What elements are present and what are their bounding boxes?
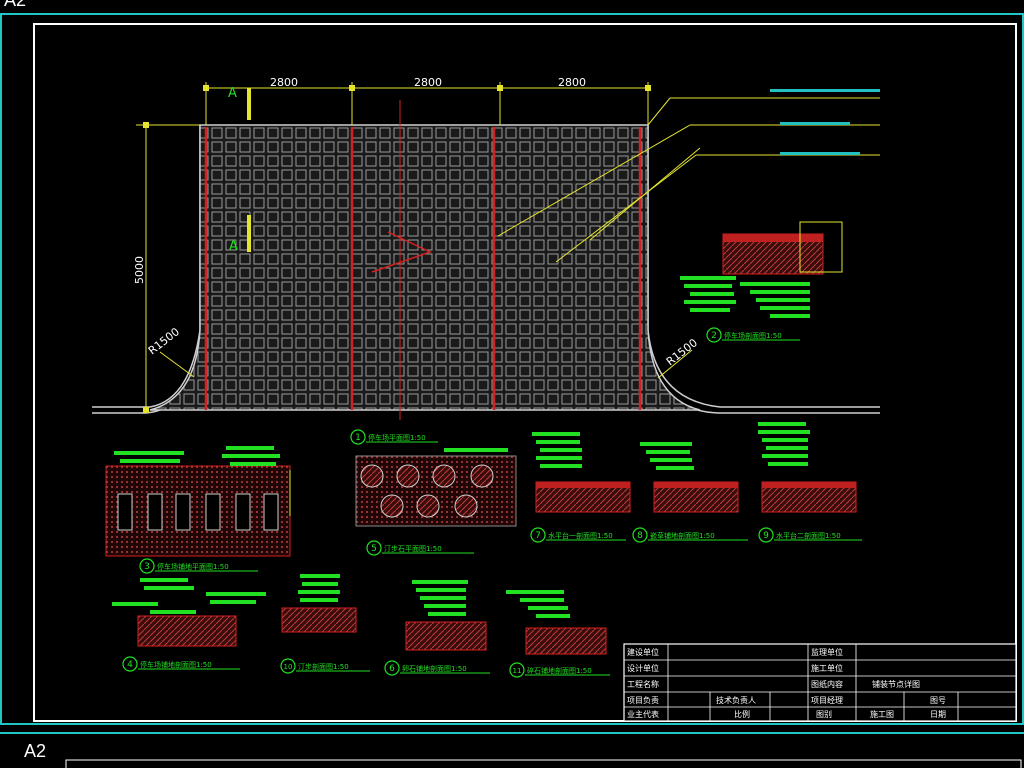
detail-caption: 水平台一剖面图1:50 xyxy=(548,531,613,540)
detail-number: 9 xyxy=(763,531,769,541)
title-block-cell: 图纸内容 xyxy=(811,679,843,689)
detail-10-section xyxy=(281,574,357,633)
drawing-title: 铺装节点详图 xyxy=(872,679,920,689)
height-dimension-label: 5000 xyxy=(133,256,146,284)
dimension-label: 2800 xyxy=(558,76,586,89)
leader-notes xyxy=(770,89,880,155)
detail-caption: 水平台二剖面图1:50 xyxy=(776,531,841,540)
detail-number: 11 xyxy=(513,667,522,675)
title-block-cell: 施工单位 xyxy=(811,663,843,673)
detail-3-plan xyxy=(105,446,291,557)
detail-caption: 汀步石平面图1:50 xyxy=(384,545,442,553)
title-block: 建设单位 监理单位 设计单位 施工单位 工程名称 图纸内容 铺装节点详图 项目负… xyxy=(623,643,1017,722)
title-block-cell: 工程名称 xyxy=(627,679,659,689)
cad-drawing-canvas: 2800 2800 2800 5000 R1500 R1500 A A 1 2 … xyxy=(0,13,1024,768)
detail-number: 5 xyxy=(371,544,377,554)
detail-number: 8 xyxy=(637,531,643,541)
title-block-cell: 监理单位 xyxy=(811,647,843,657)
detail-7-section xyxy=(532,432,631,513)
detail-caption: 停车场铺地平面图1:50 xyxy=(157,562,229,571)
paving-block-area xyxy=(149,124,701,411)
detail-5-plan xyxy=(355,448,517,527)
title-block-cell: 项目经理 xyxy=(811,695,843,705)
detail-number: 2 xyxy=(711,331,717,341)
section-mark-label: A xyxy=(229,239,238,254)
title-block-cell: 项目负责 xyxy=(627,695,659,705)
detail-caption: 碎石铺地剖面图1:50 xyxy=(527,666,592,675)
detail-number: 7 xyxy=(535,531,541,541)
title-block-cell: 施工图 xyxy=(870,709,894,719)
detail-11-section xyxy=(506,590,607,655)
title-block-cell: 设计单位 xyxy=(627,663,659,673)
detail-9-section xyxy=(758,422,857,513)
detail-6-section xyxy=(405,580,487,651)
detail-number: 1 xyxy=(355,433,361,443)
detail-4-section xyxy=(112,578,266,647)
next-sheet-inner-border xyxy=(65,759,1022,768)
section-mark-label: A xyxy=(228,86,237,101)
title-block-cell: 比例 xyxy=(734,709,750,719)
detail-caption: 停车场铺地剖面图1:50 xyxy=(140,660,212,669)
detail-caption: 停车场剖面图1:50 xyxy=(724,331,782,340)
detail-caption: 卵石铺地剖面图1:50 xyxy=(402,664,467,673)
parking-plan xyxy=(149,100,701,420)
title-block-cell: 建设单位 xyxy=(627,647,659,657)
detail-2-section xyxy=(680,221,843,318)
detail-number: 10 xyxy=(284,663,293,671)
dimension-label: 2800 xyxy=(270,76,298,89)
title-block-cell: 业主代表 xyxy=(627,709,659,719)
detail-caption: 嵌草铺地剖面图1:50 xyxy=(650,531,715,540)
radius-label-left: R1500 xyxy=(146,325,182,357)
detail-8-section xyxy=(640,442,739,513)
dimension-label: 2800 xyxy=(414,76,442,89)
title-block-cell: 图别 xyxy=(816,710,832,719)
detail-number: 3 xyxy=(144,562,150,572)
detail-caption: 汀步剖面图1:50 xyxy=(298,662,349,671)
radius-label-right: R1500 xyxy=(664,336,700,368)
title-block-cell: 技术负责人 xyxy=(716,695,756,705)
detail-number: 4 xyxy=(127,660,133,670)
detail-caption: 停车场平面图1:50 xyxy=(368,433,426,442)
title-block-cell: 日期 xyxy=(930,710,946,719)
title-block-cell: 图号 xyxy=(930,696,946,705)
detail-number: 6 xyxy=(389,664,395,674)
